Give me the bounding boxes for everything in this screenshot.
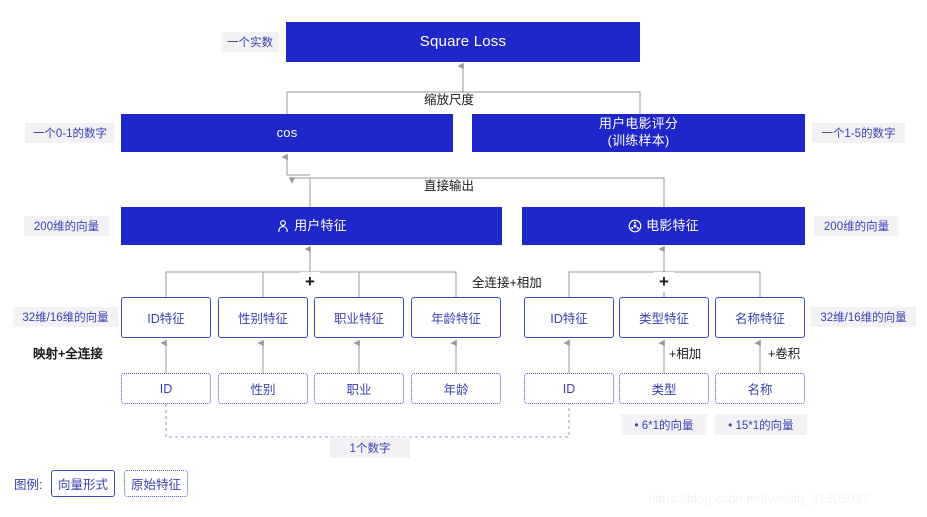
movie-raw-id[interactable]: ID <box>524 373 614 404</box>
user-subfeature-side-label-text: 32维/16维的向量 <box>22 312 109 324</box>
user-feature-occupation[interactable]: 职业特征 <box>314 297 404 338</box>
movie-raw-genre-label: 类型 <box>651 383 677 397</box>
watermark-text: https://blog.csdn.net/weixin_41605937 <box>648 491 870 506</box>
rating-side-label-text: 一个1-5的数字 <box>821 128 896 140</box>
user-plus-text: + <box>305 272 315 291</box>
user-feature-label: 用户特征 <box>294 217 347 233</box>
square-loss-label: Square Loss <box>419 33 507 51</box>
cos-box[interactable]: cos <box>121 114 453 152</box>
add-edge-label: +相加 <box>669 344 702 361</box>
user-feature-id[interactable]: ID特征 <box>121 297 211 338</box>
movie-feature-side-label-text: 200维的向量 <box>823 221 890 233</box>
user-raw-gender-label: 性别 <box>250 383 276 397</box>
movie-feature-label: 电影特征 <box>646 217 699 233</box>
title-vector-size-label: • 15*1的向量 <box>715 414 807 435</box>
shared-number-label-text: 1个数字 <box>349 442 391 455</box>
user-feature-gender[interactable]: 性别特征 <box>218 297 308 338</box>
user-raw-occupation-label: 职业 <box>346 383 372 397</box>
movie-plus-text: + <box>659 272 669 291</box>
movie-subfeature-side-label-text: 32维/16维的向量 <box>820 312 907 324</box>
add-edge-label-text: +相加 <box>669 346 702 361</box>
movie-feature-id-label: ID特征 <box>550 312 588 326</box>
direct-output-edge-label: 直接输出 <box>424 176 475 193</box>
user-feature-side-label: 200维的向量 <box>24 216 109 236</box>
rating-side-label: 一个1-5的数字 <box>812 123 905 143</box>
fc-add-edge-label: 全连接+相加 <box>468 273 546 290</box>
rating-label-line1: 用户电影评分 <box>598 116 679 132</box>
user-feature-occupation-label: 职业特征 <box>333 312 384 326</box>
movie-feature-box[interactable]: 电影特征 <box>522 207 805 245</box>
movie-plus-symbol: + <box>654 272 674 292</box>
connector-wires <box>160 62 761 438</box>
loss-side-label: 一个实数 <box>221 32 279 52</box>
movie-feature-genre[interactable]: 类型特征 <box>619 297 709 338</box>
cos-label: cos <box>276 124 298 140</box>
user-raw-age[interactable]: 年龄 <box>411 373 501 404</box>
movie-raw-title-label: 名称 <box>747 383 773 397</box>
user-raw-id[interactable]: ID <box>121 373 211 404</box>
movie-raw-title[interactable]: 名称 <box>715 373 805 404</box>
watermark: https://blog.csdn.net/weixin_41605937 <box>648 491 869 506</box>
movie-raw-id-label: ID <box>562 381 576 396</box>
user-icon <box>276 219 290 233</box>
legend-raw-feature: 原始特征 <box>124 470 188 497</box>
film-reel-icon <box>628 219 642 233</box>
conv-edge-label-text: +卷积 <box>768 346 801 361</box>
legend-vector-form: 向量形式 <box>51 470 115 497</box>
genre-vector-size-text: • 6*1的向量 <box>634 419 694 432</box>
user-movie-rating-box[interactable]: 用户电影评分 (训练样本) <box>472 114 805 152</box>
movie-feature-title-label: 名称特征 <box>734 312 785 326</box>
cos-side-label-text: 一个0-1的数字 <box>32 128 108 140</box>
user-raw-occupation[interactable]: 职业 <box>314 373 404 404</box>
map-fc-edge-label: 映射+全连接 <box>33 344 103 361</box>
scale-edge-label: 缩放尺度 <box>424 90 475 107</box>
shared-number-label: 1个数字 <box>330 437 410 458</box>
legend-title-text: 图例: <box>14 477 43 492</box>
legend-vector-form-label: 向量形式 <box>57 478 108 492</box>
user-feature-gender-label: 性别特征 <box>237 312 288 326</box>
legend-raw-feature-label: 原始特征 <box>130 478 181 492</box>
user-raw-id-label: ID <box>159 381 173 396</box>
rating-label-line2: (训练样本) <box>607 133 670 148</box>
diagram-canvas: 一个实数 Square Loss 缩放尺度 一个0-1的数字 cos 用户电影评… <box>0 0 927 517</box>
genre-vector-size-label: • 6*1的向量 <box>621 414 707 435</box>
square-loss-box[interactable]: Square Loss <box>286 22 640 62</box>
user-feature-age[interactable]: 年龄特征 <box>411 297 501 338</box>
movie-feature-title[interactable]: 名称特征 <box>715 297 805 338</box>
movie-subfeature-side-label: 32维/16维的向量 <box>811 307 916 327</box>
movie-feature-id[interactable]: ID特征 <box>524 297 614 338</box>
user-feature-box[interactable]: 用户特征 <box>121 207 502 245</box>
title-vector-size-text: • 15*1的向量 <box>728 419 794 432</box>
direct-output-edge-label-text: 直接输出 <box>424 178 475 193</box>
user-feature-id-label: ID特征 <box>147 312 185 326</box>
loss-side-label-text: 一个实数 <box>227 37 273 49</box>
user-subfeature-side-label: 32维/16维的向量 <box>13 307 118 327</box>
movie-raw-genre[interactable]: 类型 <box>619 373 709 404</box>
legend-title: 图例: <box>14 474 42 492</box>
movie-feature-genre-label: 类型特征 <box>638 312 689 326</box>
scale-edge-label-text: 缩放尺度 <box>424 92 475 107</box>
movie-feature-side-label: 200维的向量 <box>814 216 899 236</box>
user-raw-age-label: 年龄 <box>443 383 469 397</box>
user-feature-age-label: 年龄特征 <box>430 312 481 326</box>
cos-side-label: 一个0-1的数字 <box>25 123 115 143</box>
fc-add-edge-label-text: 全连接+相加 <box>472 275 542 290</box>
user-raw-gender[interactable]: 性别 <box>218 373 308 404</box>
user-feature-side-label-text: 200维的向量 <box>33 221 100 233</box>
conv-edge-label: +卷积 <box>768 344 801 361</box>
user-plus-symbol: + <box>300 272 320 292</box>
map-fc-edge-label-text: 映射+全连接 <box>33 346 103 361</box>
